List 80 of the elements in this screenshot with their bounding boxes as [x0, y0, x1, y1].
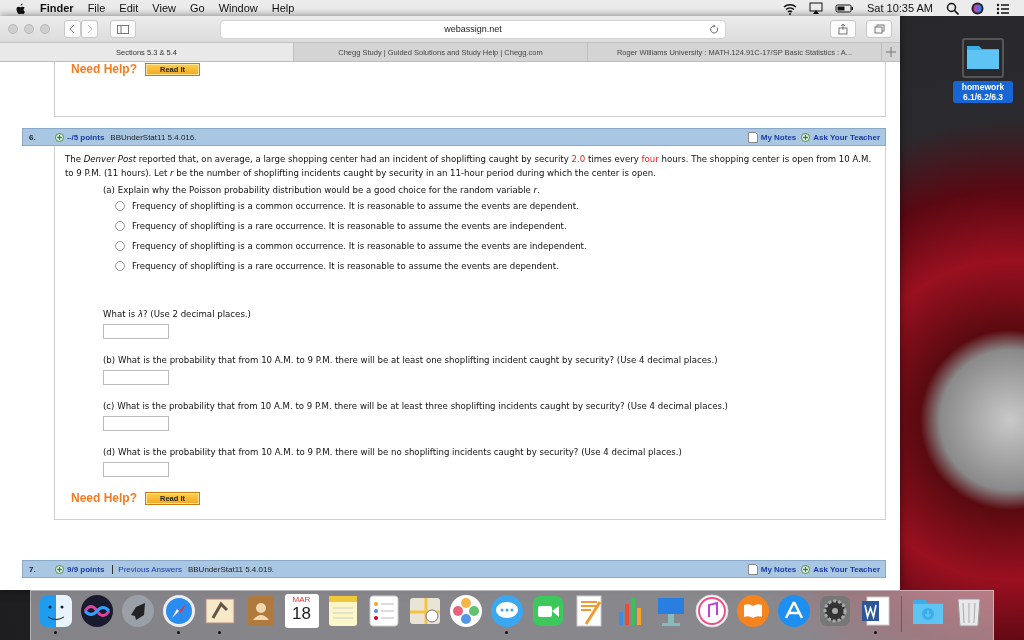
menu-item[interactable]: Edit: [112, 2, 146, 14]
menu-item[interactable]: View: [145, 2, 183, 14]
question-prompt: (c) What is the probability that from 10 A.M. to 9 P.M. there will be at least three shoplifting incidents caught by security? (Use 4 decimal places.): [103, 400, 729, 412]
answer-field[interactable]: [103, 462, 169, 477]
radio-button[interactable]: [115, 241, 125, 251]
sidebar-button[interactable]: [110, 20, 136, 38]
my-notes-link[interactable]: My Notes: [760, 132, 797, 142]
points-link[interactable]: –/5 points: [67, 132, 105, 142]
music-note-icon[interactable]: [694, 594, 729, 628]
ask-teacher-link[interactable]: Ask Your Teacher: [813, 564, 880, 574]
question-number: 7.: [28, 564, 37, 574]
answer-field[interactable]: [103, 324, 169, 339]
option-label: Frequency of shoplifting is a rare occurrence. It is reasonable to assume the events are independent.: [132, 220, 567, 233]
tabs-icon: [873, 24, 885, 34]
chevron-right-icon: [86, 24, 93, 34]
calendar-icon[interactable]: MAR 18: [284, 594, 319, 628]
flower-icon[interactable]: [448, 594, 483, 628]
answer-field[interactable]: [103, 370, 169, 385]
question-code: BBUnderStat11 5.4.019.: [187, 564, 275, 574]
plus-circle-icon[interactable]: [55, 132, 64, 142]
search-icon[interactable]: [946, 1, 959, 15]
share-button[interactable]: [830, 20, 856, 38]
question-prompt: (d) What is the probability that from 10 A.M. to 9 P.M. there will be no shoplifting incidents caught by security? (Use 4 decimal places.): [103, 446, 683, 458]
part-a-prompt: (a) Explain why the Poisson probability distribution would be a good choice for the random variable r.: [103, 184, 541, 196]
back-button[interactable]: [64, 20, 81, 38]
notification-list-icon[interactable]: [996, 1, 1010, 15]
previous-answers-link[interactable]: Previous Answers: [118, 564, 182, 574]
siri-icon[interactable]: [79, 594, 114, 628]
reload-icon[interactable]: [709, 23, 719, 34]
plus-circle-icon[interactable]: [801, 564, 811, 574]
speech-bubble-icon[interactable]: [489, 594, 524, 628]
points-link[interactable]: 9/9 points: [67, 564, 105, 574]
airplay-icon[interactable]: [808, 1, 823, 15]
open-book-icon[interactable]: [735, 594, 770, 628]
radio-button[interactable]: [115, 201, 125, 211]
menu-item[interactable]: Go: [183, 2, 212, 14]
siri-icon[interactable]: [971, 1, 984, 15]
question-prompt: What is λ? (Use 2 decimal places.): [103, 308, 252, 320]
question-text: The Denver Post reported that, on average, a large shopping center had an incident of shoplifting caught by security 2.0 times every four hours. The shopping center is open from 10 A.M. to 9 P.M. (11 hours). Let r be the number of shoplifting incidents caught by security in an 11-hour period during which the center is open.: [65, 153, 873, 180]
ask-teacher-link[interactable]: Ask Your Teacher: [813, 132, 880, 142]
checklist-icon[interactable]: [366, 594, 401, 628]
answer-field[interactable]: [103, 416, 169, 431]
plus-circle-icon[interactable]: [801, 132, 811, 142]
option-label: Frequency of shoplifting is a common occurrence. It is reasonable to assume the events are dependent.: [132, 200, 579, 213]
option-label: Frequency of shoplifting is a common occurrence. It is reasonable to assume the events are independent.: [132, 240, 587, 253]
question-code: BBUnderStat11 5.4.016.: [110, 132, 197, 142]
tab-overview-button[interactable]: [866, 20, 892, 38]
radio-button[interactable]: [115, 221, 125, 231]
new-tab-icon[interactable]: [886, 47, 896, 57]
app-menu[interactable]: Finder: [33, 2, 81, 14]
menu-item[interactable]: File: [80, 2, 113, 14]
clock[interactable]: Sat 10:35 AM: [859, 2, 940, 14]
calendar-month: MAR: [292, 595, 311, 604]
need-help-label: Need Help?: [71, 62, 137, 76]
video-camera-icon[interactable]: [530, 594, 565, 628]
calendar-day: 18: [292, 604, 311, 623]
app-store-icon[interactable]: [776, 594, 811, 628]
address-field[interactable]: webassign.net: [220, 19, 726, 39]
battery-icon[interactable]: [834, 1, 854, 15]
question-prompt: (b) What is the probability that from 10 A.M. to 9 P.M. there will be at least one shoplifting incident caught by security? (Use 4 decimal places.): [103, 354, 719, 366]
gear-icon[interactable]: [817, 594, 852, 628]
forward-button[interactable]: [81, 20, 98, 38]
share-icon: [838, 23, 848, 35]
menu-item[interactable]: Help: [264, 2, 302, 14]
question-number: 6.: [28, 132, 37, 142]
sidebar-icon: [117, 24, 129, 34]
option-label: Frequency of shoplifting is a rare occurrence. It is reasonable to assume the events are dependent.: [132, 260, 559, 273]
radio-button[interactable]: [115, 261, 125, 271]
note-icon[interactable]: [747, 131, 758, 143]
folder-label[interactable]: homework 6.1/6.2/6.3: [953, 81, 1013, 103]
my-notes-link[interactable]: My Notes: [760, 564, 797, 574]
compass-icon[interactable]: [161, 594, 196, 628]
apple-logo-icon[interactable]: [14, 1, 27, 15]
plus-circle-icon[interactable]: [55, 564, 64, 574]
wifi-icon[interactable]: [782, 1, 797, 15]
menu-item[interactable]: Window: [211, 2, 265, 14]
chevron-left-icon: [69, 24, 76, 34]
smiling-face-icon[interactable]: [38, 594, 73, 628]
note-icon[interactable]: [747, 563, 758, 575]
need-help-label: Need Help?: [71, 491, 137, 505]
